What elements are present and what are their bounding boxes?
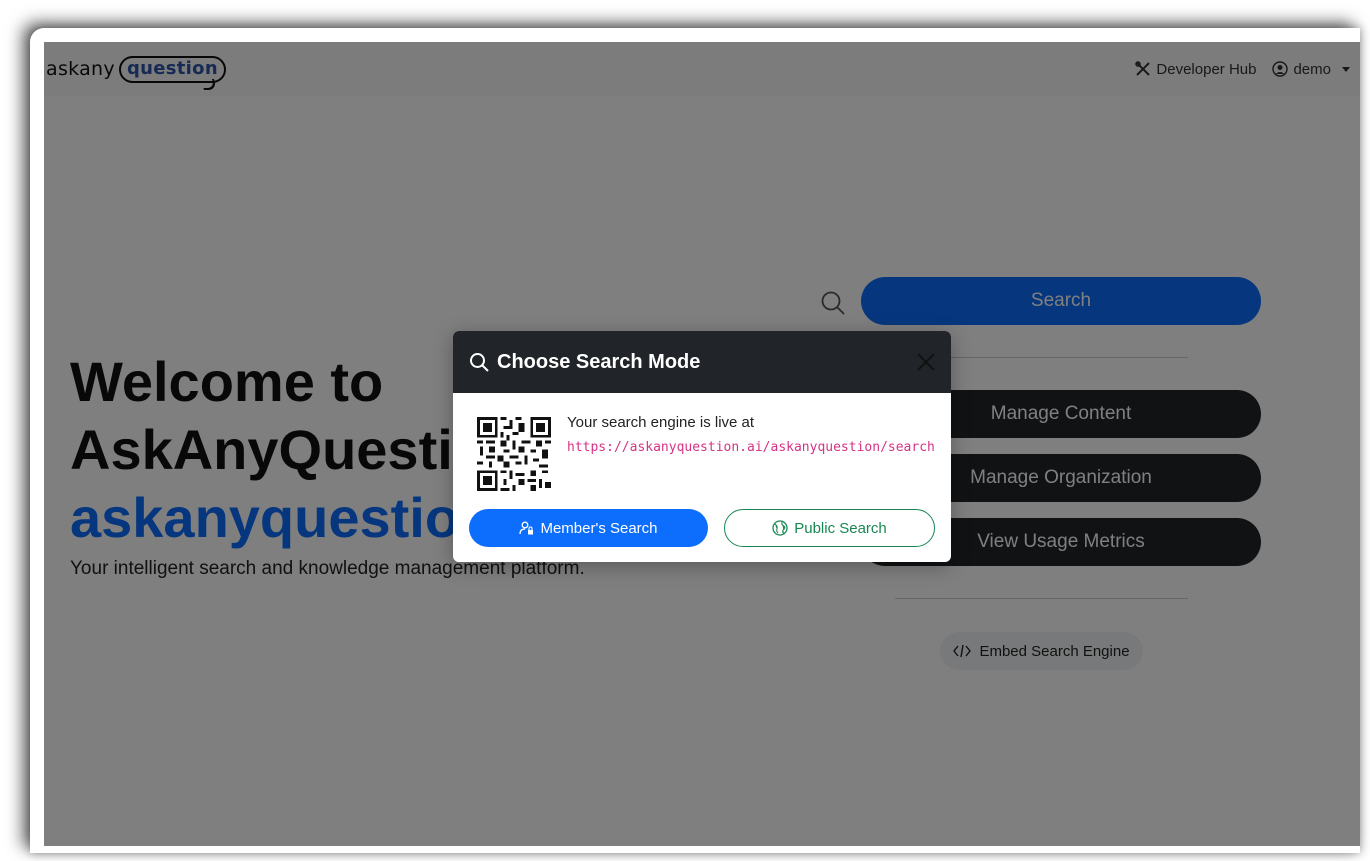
members-search-button[interactable]: Member's Search <box>469 509 708 547</box>
globe-icon <box>772 520 788 536</box>
modal-title: Choose Search Mode <box>469 351 700 374</box>
search-mode-modal: Choose Search Mode Your search engine is… <box>453 331 951 562</box>
qr-code-icon <box>477 417 551 491</box>
modal-header: Choose Search Mode <box>453 331 951 393</box>
live-text: Your search engine is live at <box>567 414 755 431</box>
search-icon <box>470 353 489 372</box>
modal-title-text: Choose Search Mode <box>497 350 701 373</box>
page: askany question Developer Hub <box>44 42 1360 846</box>
public-search-label: Public Search <box>794 519 887 537</box>
members-search-label: Member's Search <box>540 519 658 537</box>
browser-frame: askany question Developer Hub <box>30 28 1360 853</box>
public-search-button[interactable]: Public Search <box>724 509 935 547</box>
user-lock-icon <box>519 521 534 534</box>
modal-body: Your search engine is live at https://as… <box>453 393 951 562</box>
live-url[interactable]: https://askanyquestion.ai/askanyquestion… <box>567 440 935 455</box>
close-icon[interactable] <box>915 351 937 373</box>
